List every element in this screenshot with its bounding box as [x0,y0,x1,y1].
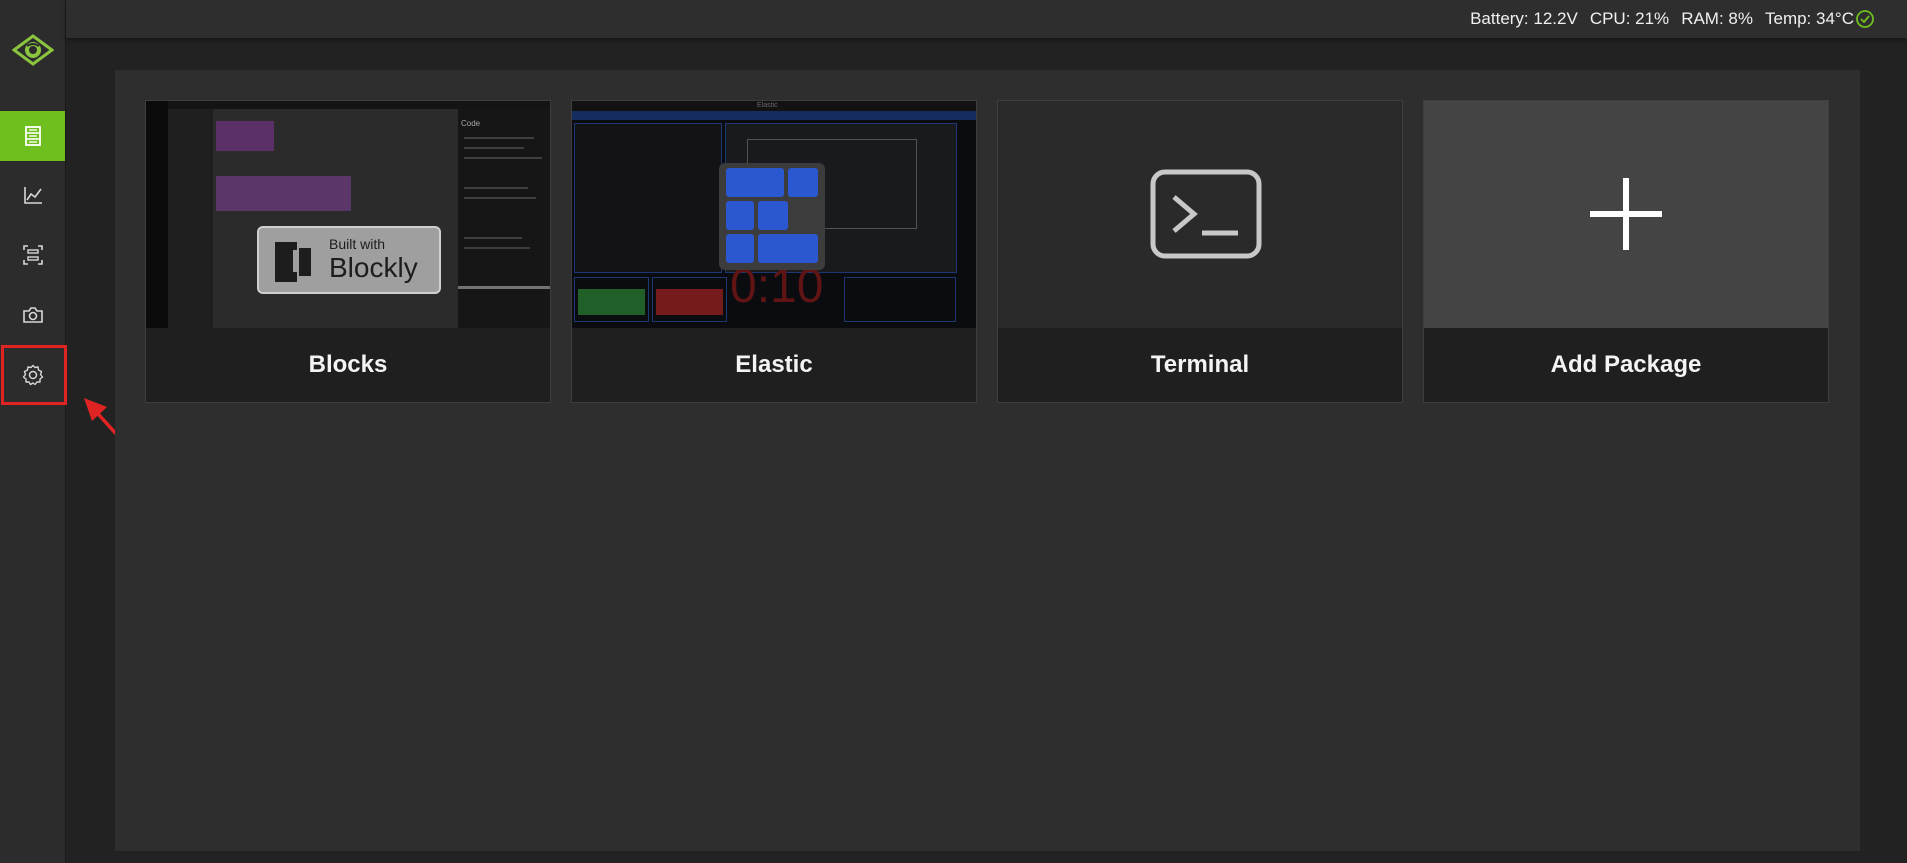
settings-highlight-box [1,345,67,405]
elastic-logo [719,163,825,270]
terminal-icon [1150,169,1262,259]
blockly-badge-line2: Blockly [329,252,418,283]
battery-status: Battery: 12.2V [1470,9,1578,28]
package-name: Add Package [1550,351,1702,378]
blockly-logo-icon [275,242,311,282]
plus-icon [1590,178,1662,250]
elastic-thumbnail: Elastic 0:10 [572,101,976,328]
package-name: Elastic [735,351,813,378]
sidebar-item-chart[interactable] [0,170,65,220]
top-status-bar: Battery: 12.2V CPU: 21% RAM: 8% Temp: 34… [66,0,1907,38]
temp-status: Temp: 34°C [1764,9,1854,28]
package-card-terminal[interactable]: Terminal [997,100,1403,403]
packages-icon [24,126,41,146]
ram-status: RAM: 8% [1681,9,1753,28]
add-package-thumbnail [1424,101,1828,328]
packages-panel: Code Built with Blockly Blocks Elastic 0… [115,70,1860,851]
system-status: Battery: 12.2V CPU: 21% RAM: 8% Temp: 34… [1470,0,1854,38]
camera-icon [22,307,43,323]
eye-logo-icon[interactable] [12,32,54,68]
cpu-status: CPU: 21% [1589,9,1670,28]
sidebar [0,0,66,863]
sidebar-item-packages[interactable] [0,111,65,161]
chart-icon [23,187,42,204]
check-circle-icon [1856,10,1874,28]
package-card-add-package[interactable]: Add Package [1423,100,1829,403]
blockly-badge-line1: Built with [329,236,386,252]
package-card-elastic[interactable]: Elastic 0:10 Elastic [571,100,977,403]
blockly-badge: Built with Blockly [257,226,441,294]
package-name: Terminal [1150,351,1250,378]
package-card-blocks[interactable]: Code Built with Blockly Blocks [145,100,551,403]
sidebar-item-camera[interactable] [0,290,65,340]
package-name: Blocks [308,351,388,378]
terminal-thumbnail [998,101,1402,328]
sidebar-item-scan[interactable] [0,230,65,280]
scan-icon [22,245,43,265]
blocks-thumbnail: Code Built with Blockly [146,101,550,328]
